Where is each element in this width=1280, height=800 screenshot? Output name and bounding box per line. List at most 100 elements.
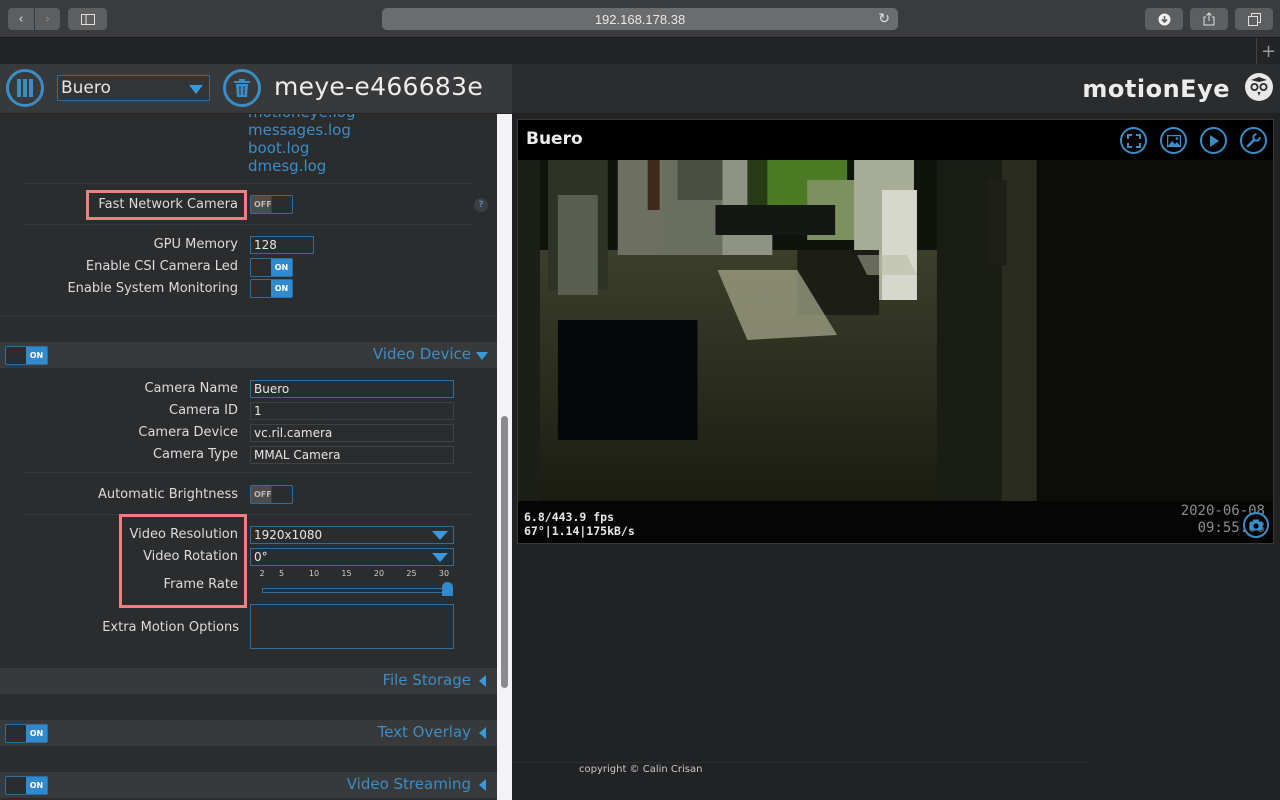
section-video-streaming[interactable]: ON Video Streaming [0,772,497,798]
frame-rate-ticks: 2 5 10 15 20 25 30 [250,569,454,581]
tabs-icon [1247,12,1261,26]
forward-button[interactable]: › [35,8,60,30]
video-resolution-value: 1920x1080 [254,528,323,542]
sidebar-icon [80,13,95,25]
frame-rate-tick-label: 2 [259,569,265,578]
section-text-overlay[interactable]: ON Text Overlay [0,720,497,746]
csi-led-toggle[interactable]: ON [250,258,293,277]
share-icon [1203,12,1215,26]
camera-icon [1249,519,1263,531]
chevron-down-icon [432,531,448,540]
play-button[interactable] [1200,127,1227,154]
auto-brightness-toggle[interactable]: OFF [250,485,293,504]
divider [0,316,497,317]
log-link-boot[interactable]: boot.log [248,139,309,157]
trash-icon [234,79,250,97]
log-link-messages[interactable]: messages.log [248,121,351,139]
camera-type-input[interactable]: MMAL Camera [250,446,454,464]
camera-id-input[interactable]: 1 [250,402,454,420]
system-monitoring-label: Enable System Monitoring [67,281,238,296]
video-rotation-select[interactable]: 0° [250,548,454,566]
share-button[interactable] [1190,8,1228,30]
video-resolution-label: Video Resolution [129,527,238,542]
hostname-title: meye-e466683e [274,72,484,101]
gpu-memory-label: GPU Memory [153,237,238,252]
camera-topbar: Buero [518,120,1273,160]
text-overlay-toggle[interactable]: ON [5,724,48,743]
gpu-memory-input[interactable]: 128 [250,236,314,254]
media-browser-button[interactable] [1160,127,1187,154]
fullscreen-icon [1126,133,1141,148]
auto-brightness-label: Automatic Brightness [97,487,238,502]
divider [24,224,472,225]
columns-icon [17,79,33,97]
url-text: 192.168.178.38 [594,11,686,27]
settings-header: Buero meye-e466683e [0,64,512,114]
owl-logo-icon [1245,73,1273,101]
tabs-button[interactable] [1235,8,1273,30]
camera-device-input[interactable]: vc.ril.camera [250,424,454,442]
download-icon [1158,13,1170,25]
divider [24,183,472,184]
download-button[interactable] [1145,8,1183,30]
divider [24,514,472,515]
camera-title: Buero [526,129,583,149]
sidebar-toggle-button[interactable] [68,8,107,30]
new-tab-button[interactable]: + [1256,38,1280,64]
remove-camera-button[interactable] [223,69,261,107]
brand-logo-text: motionEye [1082,75,1230,103]
chevron-right-icon: › [44,11,51,27]
log-link-dmesg[interactable]: dmesg.log [248,157,326,175]
camera-type-label: Camera Type [152,447,238,462]
video-rotation-label: Video Rotation [143,549,238,564]
chevron-left-icon [479,779,486,791]
camera-name-input[interactable]: Buero [250,380,454,398]
section-title: Video Streaming [346,775,471,793]
help-icon[interactable]: ? [474,198,488,212]
video-resolution-select[interactable]: 1920x1080 [250,526,454,544]
csi-led-label: Enable CSI Camera Led [85,259,238,274]
copyright-text: copyright © Calin Crisan [579,764,703,775]
camera-select[interactable]: Buero [57,75,210,101]
configure-button[interactable] [1240,127,1267,154]
frame-rate-tick-label: 30 [438,569,450,578]
scrollbar[interactable] [497,114,512,800]
fps-readout: 6.8/443.9 fps [524,510,615,524]
section-file-storage[interactable]: File Storage [0,668,497,694]
camera-name-label: Camera Name [144,381,238,396]
camera-live-image [518,160,1273,503]
extra-motion-options-input[interactable] [250,604,454,649]
video-streaming-toggle[interactable]: ON [5,776,48,795]
camera-select-value: Buero [61,78,111,98]
url-bar[interactable]: 192.168.178.38 ↻ [382,8,898,30]
section-title: File Storage [382,671,471,689]
section-title: Video Device [372,345,471,363]
snapshot-button[interactable] [1243,512,1269,538]
camera-frame[interactable]: Buero 6.8/443.9 fps 67°|1.14|175kB/s 202… [517,119,1274,544]
scrollbar-thumb[interactable] [501,416,508,688]
frame-rate-slider-handle[interactable] [442,582,453,596]
frame-rate-label: Frame Rate [163,577,238,592]
video-rotation-value: 0° [254,550,268,564]
fast-network-camera-label: Fast Network Camera [98,197,238,212]
frame-rate-tick-label: 5 [278,569,285,578]
picture-icon [1166,134,1181,147]
system-monitoring-toggle[interactable]: ON [250,279,293,298]
play-icon [1209,134,1219,147]
extra-motion-options-label: Extra Motion Options [102,620,239,635]
settings-menu-button[interactable] [6,69,44,107]
frame-rate-slider[interactable] [262,588,452,593]
reload-icon[interactable]: ↻ [878,10,890,27]
app-header: motionEye [512,64,1280,114]
section-video-device[interactable]: ON Video Device [0,342,497,368]
back-button[interactable]: ‹ [8,8,34,30]
frame-rate-tick-label: 25 [406,569,417,578]
chevron-left-icon: ‹ [18,11,24,27]
video-device-toggle[interactable]: ON [5,346,48,365]
footer-divider [512,762,1088,763]
system-stats-readout: 67°|1.14|175kB/s [524,524,635,538]
fullscreen-button[interactable] [1120,127,1147,154]
tab-strip: + [0,38,1280,64]
fast-network-camera-toggle[interactable]: OFF [250,195,293,214]
divider [24,472,472,473]
